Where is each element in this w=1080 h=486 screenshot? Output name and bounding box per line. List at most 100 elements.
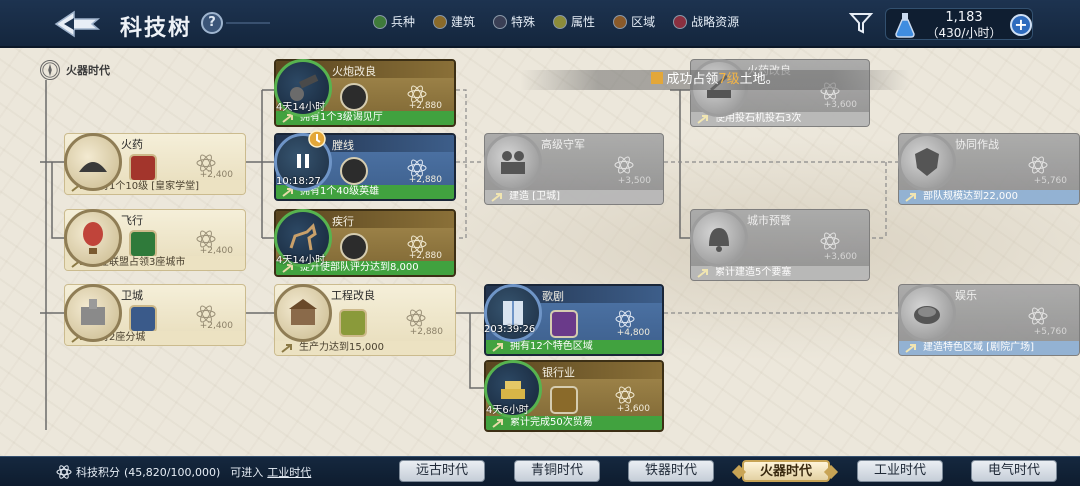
bottom-bar: 科技积分 (45,820/100,000) 可进入 工业时代 远古时代 青铜时代… [0,456,1080,486]
district-icon [129,305,157,333]
soldiers-icon [501,151,525,174]
legend-item-area[interactable]: 区域 [613,13,655,30]
research-timer: 4天6小时 [486,405,529,416]
requirement-text: 生产力达到15,000 [299,342,384,353]
legend-dot [373,14,387,29]
arrow-up-right-icon [697,269,708,278]
research-timer: 4天14小时 [276,102,326,113]
resource-rate: （430/小时） [926,26,1002,40]
theater-district-icon [550,310,578,338]
tech-points: +5,760 [1033,327,1067,337]
legend-item-strategic-resource[interactable]: 战略资源 [673,13,739,30]
arrow-up-right-icon [492,343,503,352]
tech-icon-flight[interactable] [64,209,122,267]
tech-icon-city-warning[interactable] [690,209,748,267]
era-label: 火器时代 [40,60,110,80]
hot-air-balloon-icon [83,222,103,254]
accelerate-badge-icon[interactable] [308,130,326,148]
tech-points: +5,760 [1033,176,1067,186]
legend-dot [613,14,628,29]
tab-bronze-era[interactable]: 青铜时代 [514,460,600,482]
tech-name: 工程改良 [331,289,375,302]
tech-points: +4,800 [616,328,650,338]
add-resource-button[interactable]: + [1010,14,1032,36]
toast-suffix: 土地。 [739,72,779,87]
tech-points: +3,500 [617,176,651,186]
tech-resource-panel: 1,183 （430/小时） + [885,8,1033,40]
tech-name: 卫城 [121,289,143,302]
legend-item-attribute[interactable]: 属性 [553,13,595,30]
science-atom-icon [820,232,840,250]
legend-item-unit[interactable]: 兵种 [373,13,415,30]
requirement-text: 建造特色区域 [剧院广场] [923,342,1034,353]
tech-points: +2,880 [408,101,442,111]
tech-requirement: 生产力达到15,000 [275,341,455,355]
market-icon [550,386,578,414]
land-icon [651,72,664,84]
cavalry-unit-icon [340,233,368,261]
filter-icon[interactable] [848,10,874,36]
tech-name: 火药 [121,138,143,151]
cannon-unit-icon [340,83,368,111]
science-atom-icon [615,386,635,404]
era-label-text: 火器时代 [66,64,110,77]
tech-name: 高级守军 [541,138,585,151]
bulb-icon [129,230,157,258]
bell-icon [709,228,729,252]
tech-icon-entertainment[interactable] [898,284,956,342]
shield-swords-icon [915,148,939,176]
title-decoration [226,22,270,24]
arrow-up-right-icon [491,193,502,202]
research-timer: 203:39:26 [484,324,536,335]
science-atom-icon [406,309,426,327]
science-atom-icon [56,465,72,479]
legend-item-special[interactable]: 特殊 [493,13,535,30]
tech-icon-senior-guard[interactable] [484,133,542,191]
arrow-up-right-icon [905,344,916,353]
tech-name: 火炮改良 [332,65,376,78]
science-atom-icon [1028,307,1048,325]
production-icon [339,309,367,337]
flask-icon [895,13,915,38]
notification-toast: 成功占领7级土地。 [520,70,910,90]
colosseum-icon [914,306,940,324]
tech-name: 歌剧 [542,290,564,303]
tab-electric-era[interactable]: 电气时代 [971,460,1057,482]
tech-icon-coop-battle[interactable] [898,133,956,191]
requirement-text: 累计完成50次贸易 [510,417,593,428]
enter-text: 可进入 [230,466,264,479]
tech-requirement: 建造 [卫城] [485,190,663,204]
next-era-link[interactable]: 工业时代 [267,464,311,480]
tech-name: 协同作战 [955,138,999,151]
tab-industrial-era[interactable]: 工业时代 [857,460,943,482]
legend-dot [433,14,448,29]
era-compass-icon [40,60,60,80]
help-icon[interactable]: ? [201,12,223,34]
arrow-up-right-icon [492,419,503,428]
castle-icon [81,299,105,325]
score-label: 科技积分 [76,466,120,479]
tech-points: +3,600 [616,404,650,414]
legend: 兵种 建筑 特殊 属性 区域 战略资源 [373,13,739,30]
requirement-text: 部队规模达到22,000 [923,191,1018,202]
tab-firearms-era[interactable]: 火器时代 [742,460,830,482]
tech-requirement: 建造特色区域 [剧院广场] [899,341,1079,355]
tab-iron-era[interactable]: 铁器时代 [628,460,714,482]
tech-points: +2,400 [199,321,233,331]
legend-item-building[interactable]: 建筑 [433,13,475,30]
legend-dot [553,14,568,29]
research-timer: 4天14小时 [276,255,326,266]
tech-icon-gunpowder[interactable] [64,133,122,191]
tech-points: +2,880 [408,251,442,261]
tab-ancient-era[interactable]: 远古时代 [399,460,485,482]
tech-points: +2,400 [199,246,233,256]
top-bar: 科技树 ? 兵种 建筑 特殊 属性 区域 战略资源 1,183 （430/小时）… [0,0,1080,48]
legend-label: 建筑 [451,15,476,29]
tech-requirement: 部队规模达到22,000 [899,190,1079,204]
legend-dot [673,14,688,29]
tech-icon-guard-city[interactable] [64,284,122,342]
arrow-up-right-icon [281,344,292,353]
tech-icon-engineering[interactable] [274,284,332,342]
back-button[interactable] [52,8,102,40]
page-title: 科技树 [120,16,193,41]
